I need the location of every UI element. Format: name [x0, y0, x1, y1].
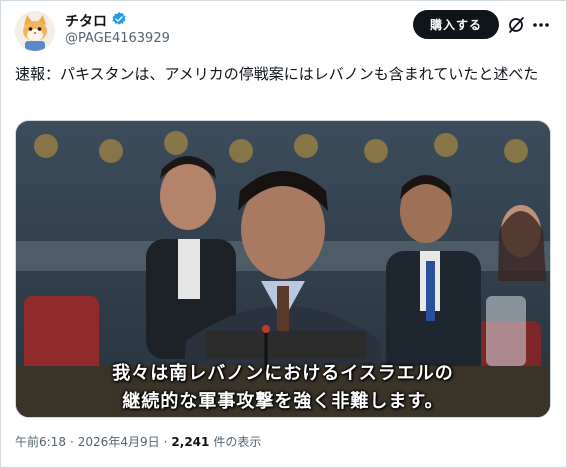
meta-separator: ·	[69, 434, 74, 449]
more-icon[interactable]	[531, 15, 551, 35]
subtitle-line-2: 継続的な軍事攻撃を強く非難します。	[122, 391, 444, 412]
name-row[interactable]: チタロ	[65, 11, 127, 31]
buy-button[interactable]: 購入する	[413, 10, 499, 39]
grok-icon[interactable]	[506, 15, 526, 35]
subtitle-line-1: 我々は南レバノンにおけるイスラエルの	[112, 363, 454, 384]
verified-badge-icon	[111, 11, 127, 31]
post-date[interactable]: 2026年4月9日	[78, 433, 160, 450]
view-count[interactable]: 2,241	[171, 435, 209, 449]
view-label: 件の表示	[213, 435, 262, 449]
post-text: 速報：パキスタンは、アメリカの停戦案にはレバノンも含まれていたと述べた	[15, 65, 539, 83]
meta-separator: ·	[163, 434, 168, 449]
post-meta: 午前6:18 · 2026年4月9日 · 2,241 件の表示	[15, 433, 261, 450]
post-card: チタロ @PAGE4163929 購入する 速報：パキスタンは、アメリカの停戦案…	[0, 0, 567, 468]
display-name[interactable]: チタロ	[65, 11, 107, 31]
cat-avatar-icon[interactable]	[15, 11, 55, 51]
post-time[interactable]: 午前6:18	[15, 433, 66, 450]
account-handle[interactable]: @PAGE4163929	[65, 31, 170, 46]
video-media[interactable]: 我々は南レバノンにおけるイスラエルの 継続的な軍事攻撃を強く非難します。	[15, 120, 551, 418]
